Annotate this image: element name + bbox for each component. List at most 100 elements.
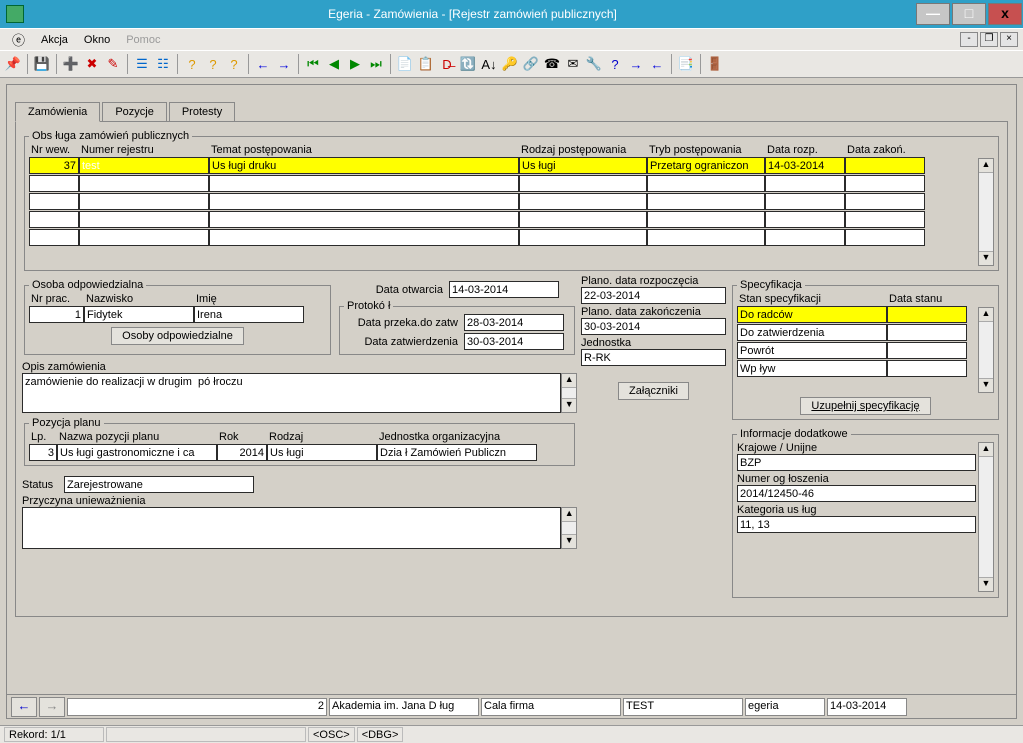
cell-rodzaj[interactable] xyxy=(519,157,647,174)
grid-row-3[interactable] xyxy=(29,193,978,210)
tabstrip: Zamówienia Pozycje Protesty xyxy=(15,101,1016,121)
group-osoba: Osoba odpowiedzialna Nr prac. Nazwisko I… xyxy=(24,279,331,355)
grid-scrollbar[interactable]: ▲▼ xyxy=(978,158,994,266)
cell-dzak[interactable] xyxy=(845,157,925,174)
mdi-close-button[interactable]: × xyxy=(1000,32,1018,47)
mdi-minimize-button[interactable]: - xyxy=(960,32,978,47)
fld-plano-rozp[interactable] xyxy=(581,287,726,304)
minimize-button[interactable]: — xyxy=(916,3,950,25)
fld-plano-zak[interactable] xyxy=(581,318,726,335)
tab-pozycje[interactable]: Pozycje xyxy=(102,102,167,122)
nav-fwd-button[interactable]: → xyxy=(39,697,65,717)
spec-row3-stan[interactable] xyxy=(737,342,887,359)
tab-zamowienia[interactable]: Zamówienia xyxy=(15,102,100,122)
toolbar: 📌 💾 ➕ ✖ ✎ ☰ ☷ ? ? ? ← → ⏮ ◀ ▶ ⏭ 📄 📋 D̶ 🔃… xyxy=(0,50,1023,78)
menu-akcja[interactable]: Akcja xyxy=(33,34,76,46)
btn-uzupelnij[interactable]: Uzupełnij specyfikację xyxy=(800,397,930,415)
spec-row2-data[interactable] xyxy=(887,324,967,341)
phone-icon[interactable]: ☎ xyxy=(543,55,561,73)
help3-icon[interactable]: ? xyxy=(225,55,243,73)
spec-row4-stan[interactable] xyxy=(737,360,887,377)
back2-icon[interactable]: ← xyxy=(648,55,666,73)
fld-nazwa[interactable] xyxy=(57,444,217,461)
fld-rodzaj2[interactable] xyxy=(267,444,377,461)
tab-protesty[interactable]: Protesty xyxy=(169,102,235,122)
scroll-up-icon[interactable]: ▲ xyxy=(979,159,993,173)
tool-h-icon[interactable]: 📑 xyxy=(677,55,695,73)
fld-przek[interactable] xyxy=(464,314,564,331)
close-button[interactable]: x xyxy=(988,3,1022,25)
add-icon[interactable]: ➕ xyxy=(62,55,80,73)
back-icon[interactable]: ← xyxy=(254,55,272,73)
fld-nazwisko[interactable] xyxy=(84,306,194,323)
tool-g-icon[interactable]: 🔧 xyxy=(585,55,603,73)
sort-icon[interactable]: A↓ xyxy=(480,55,498,73)
refresh-icon[interactable]: 🔃 xyxy=(459,55,477,73)
info-scrollbar[interactable]: ▲▼ xyxy=(978,442,994,592)
tool-e-icon[interactable]: 🔑 xyxy=(501,55,519,73)
fld-zatw[interactable] xyxy=(464,333,564,350)
przyczyna-scrollbar[interactable]: ▲▼ xyxy=(561,507,577,549)
fld-kat[interactable] xyxy=(737,516,976,533)
btn-zalaczniki[interactable]: Załączniki xyxy=(618,382,689,400)
spec-row3-data[interactable] xyxy=(887,342,967,359)
spec-row1-stan[interactable] xyxy=(737,306,887,323)
fld-jedn[interactable] xyxy=(377,444,537,461)
fld-opis[interactable]: zamówienie do realizacji w drugim pó łro… xyxy=(22,373,561,413)
fld-przyczyna[interactable] xyxy=(22,507,561,549)
spec-row2-stan[interactable] xyxy=(737,324,887,341)
save-icon[interactable]: 💾 xyxy=(33,55,51,73)
opis-scrollbar[interactable]: ▲▼ xyxy=(561,373,577,413)
cell-nrrej[interactable] xyxy=(79,157,209,174)
spec-scrollbar[interactable]: ▲▼ xyxy=(978,307,994,393)
last-icon[interactable]: ⏭ xyxy=(367,55,385,73)
tool-d-icon[interactable]: D̶ xyxy=(438,55,456,73)
menu-pomoc[interactable]: Pomoc xyxy=(118,34,168,46)
maximize-button[interactable]: □ xyxy=(952,3,986,25)
spec-row4-data[interactable] xyxy=(887,360,967,377)
fld-ogl[interactable] xyxy=(737,485,976,502)
next-icon[interactable]: ▶ xyxy=(346,55,364,73)
fld-data-otwarcia[interactable] xyxy=(449,281,559,298)
fld-lp[interactable] xyxy=(29,444,57,461)
prev-icon[interactable]: ◀ xyxy=(325,55,343,73)
delete-icon[interactable]: ✖ xyxy=(83,55,101,73)
help2-icon[interactable]: ? xyxy=(204,55,222,73)
scroll-down-icon[interactable]: ▼ xyxy=(979,251,993,265)
tool-b-icon[interactable]: 📋 xyxy=(417,55,435,73)
first-icon[interactable]: ⏮ xyxy=(304,55,322,73)
help1-icon[interactable]: ? xyxy=(183,55,201,73)
grid-row-4[interactable] xyxy=(29,211,978,228)
fld-rok[interactable] xyxy=(217,444,267,461)
clear-icon[interactable]: ✎ xyxy=(104,55,122,73)
mail-icon[interactable]: ✉ xyxy=(564,55,582,73)
grid-row-2[interactable] xyxy=(29,175,978,192)
fld-imie[interactable] xyxy=(194,306,304,323)
tool-f-icon[interactable]: 🔗 xyxy=(522,55,540,73)
cell-nrwew[interactable] xyxy=(29,157,79,174)
tool-a-icon[interactable]: 📄 xyxy=(396,55,414,73)
forward-icon[interactable]: → xyxy=(275,55,293,73)
cell-temat[interactable] xyxy=(209,157,519,174)
cell-drozp[interactable] xyxy=(765,157,845,174)
fld-kraj[interactable] xyxy=(737,454,976,471)
middle-zone: Osoba odpowiedzialna Nr prac. Nazwisko I… xyxy=(22,275,1001,602)
nav-back-button[interactable]: ← xyxy=(11,697,37,717)
cell-tryb[interactable] xyxy=(647,157,765,174)
fld-status[interactable] xyxy=(64,476,254,493)
fwd2-icon[interactable]: → xyxy=(627,55,645,73)
fld-nrprac[interactable] xyxy=(29,306,84,323)
grid-row-1[interactable] xyxy=(29,157,978,174)
exit-icon[interactable]: 🚪 xyxy=(706,55,724,73)
btn-osoby[interactable]: Osoby odpowiedzialne xyxy=(111,327,244,345)
help4-icon[interactable]: ? xyxy=(606,55,624,73)
mdi-restore-button[interactable]: ❐ xyxy=(980,32,998,47)
hdr-stan: Stan specyfikacji xyxy=(737,293,887,305)
fld-jednostka[interactable] xyxy=(581,349,726,366)
pin-icon[interactable]: 📌 xyxy=(4,55,22,73)
list1-icon[interactable]: ☰ xyxy=(133,55,151,73)
spec-row1-data[interactable] xyxy=(887,306,967,323)
list2-icon[interactable]: ☷ xyxy=(154,55,172,73)
menu-okno[interactable]: Okno xyxy=(76,34,118,46)
grid-row-5[interactable] xyxy=(29,229,978,246)
